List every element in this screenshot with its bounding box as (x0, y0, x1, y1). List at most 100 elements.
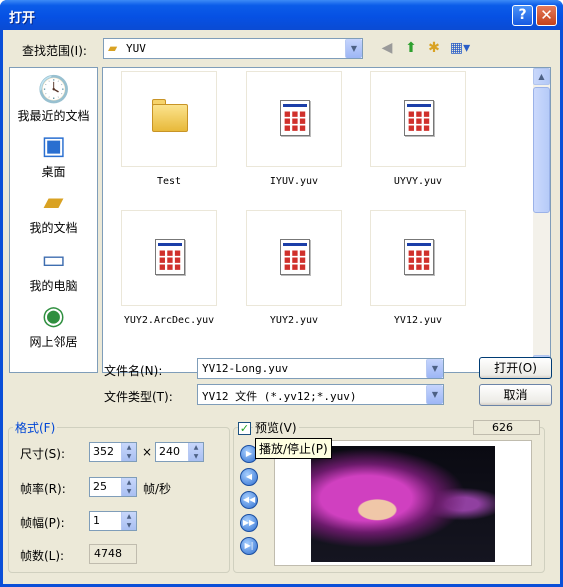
height-stepper[interactable]: 240 ▲ ▼ (155, 442, 204, 462)
preview-checkbox[interactable]: ✓ (238, 422, 251, 435)
dialog-client-area: 查找范围(I): ▰ YUV ▼ ◀ ⬆ ✱ ▦▾ 🕓 我最近的文档 ▣ 桌面 … (3, 30, 560, 584)
fps-unit: 帧/秒 (143, 482, 172, 496)
place-label: 我的电脑 (29, 279, 78, 293)
file-name: YUY2.yuv (269, 315, 319, 326)
frame-count-box: 4748 (89, 544, 137, 564)
file-icon: ■■■ ■■■ ■■■ (280, 100, 310, 136)
format-group-title: 格式(F) (13, 419, 58, 436)
file-icon: ■■■ ■■■ ■■■ (280, 239, 310, 275)
filename-value: YV12-Long.yuv (202, 362, 289, 375)
scroll-up-button[interactable]: ▲ (533, 68, 550, 85)
fps-label: 帧率(R): (20, 482, 66, 496)
file-thumbnail: ■■■ ■■■ ■■■ (246, 71, 342, 167)
place-recent-documents[interactable]: 🕓 我最近的文档 (10, 74, 97, 124)
window-title: 打开 (9, 11, 36, 26)
frame-count-value: 4748 (94, 547, 122, 560)
file-item-yv12[interactable]: ■■■ ■■■ ■■■ YV12.yuv (370, 210, 466, 326)
title-bar[interactable]: 打开 ? ✕ (0, 0, 563, 30)
file-thumbnail: ■■■ ■■■ ■■■ (246, 210, 342, 306)
file-thumbnail: ■■■ ■■■ ■■■ (370, 210, 466, 306)
filetype-dropdown-arrow[interactable]: ▼ (426, 385, 443, 404)
video-preview-image (311, 446, 495, 562)
place-desktop[interactable]: ▣ 桌面 (10, 130, 97, 180)
frame-value: 1 (93, 514, 100, 527)
new-folder-icon[interactable]: ✱ (425, 39, 443, 57)
count-label: 帧数(L): (20, 549, 65, 563)
file-icon: ■■■ ■■■ ■■■ (155, 239, 185, 275)
file-list-scrollbar[interactable]: ▲ ▼ (533, 68, 550, 372)
file-list: Test ■■■ ■■■ ■■■ IYUV.yuv ■■■ ■■■ ■■■ UY… (102, 67, 551, 373)
height-spin-arrows[interactable]: ▲ ▼ (188, 443, 203, 461)
filetype-select[interactable]: YV12 文件 (*.yv12;*.yuv) ▼ (197, 384, 444, 405)
file-item-uyvy[interactable]: ■■■ ■■■ ■■■ UYVY.yuv (370, 71, 466, 187)
file-thumbnail: ■■■ ■■■ ■■■ (370, 71, 466, 167)
fps-spin-arrows[interactable]: ▲ ▼ (121, 478, 136, 496)
height-value: 240 (159, 445, 180, 458)
place-my-computer[interactable]: ▭ 我的电脑 (10, 244, 97, 294)
fps-value: 25 (93, 480, 107, 493)
times-sign: × (142, 445, 153, 459)
fps-stepper[interactable]: 25 ▲ ▼ (89, 477, 137, 497)
filename-label: 文件名(N): (104, 364, 163, 378)
frame-stepper[interactable]: 1 ▲ ▼ (89, 511, 137, 531)
file-name: UYVY.yuv (393, 176, 443, 187)
close-button[interactable]: ✕ (536, 5, 557, 26)
open-button[interactable]: 打开(O) (479, 357, 552, 379)
place-label: 我的文档 (29, 221, 78, 235)
help-icon: ? (518, 7, 527, 23)
place-label: 我最近的文档 (17, 109, 90, 123)
file-thumbnail: ■■■ ■■■ ■■■ (121, 210, 217, 306)
step-end-icon[interactable]: ▶| (240, 537, 258, 555)
look-in-combo[interactable]: ▰ YUV ▼ (103, 38, 363, 59)
playback-controls: ▶ ◀ ◀◀ ▶▶ ▶| (240, 442, 262, 572)
width-spin-arrows[interactable]: ▲ ▼ (121, 443, 136, 461)
my-computer-icon: ▭ (41, 245, 66, 275)
file-thumbnail (121, 71, 217, 167)
file-item-test[interactable]: Test (121, 71, 217, 187)
step-back-icon[interactable]: ◀ (240, 468, 258, 486)
fast-forward-icon[interactable]: ▶▶ (240, 514, 258, 532)
help-button[interactable]: ? (512, 5, 533, 26)
rewind-icon[interactable]: ◀◀ (240, 491, 258, 509)
file-name: YUY2.ArcDec.yuv (123, 315, 215, 326)
file-item-yuy2-arcdec[interactable]: ■■■ ■■■ ■■■ YUY2.ArcDec.yuv (121, 210, 217, 326)
filetype-value: YV12 文件 (*.yv12;*.yuv) (202, 390, 357, 403)
view-menu-icon[interactable]: ▦▾ (448, 39, 472, 57)
filetype-label: 文件类型(T): (104, 390, 173, 404)
close-icon: ✕ (540, 6, 553, 24)
cancel-button[interactable]: 取消 (479, 384, 552, 406)
file-item-yuy2[interactable]: ■■■ ■■■ ■■■ YUY2.yuv (246, 210, 342, 326)
my-documents-icon: ▰ (43, 187, 64, 217)
file-name: YV12.yuv (393, 315, 443, 326)
filename-dropdown-arrow[interactable]: ▼ (426, 359, 443, 378)
frame-number-value: 626 (492, 421, 513, 434)
recent-documents-icon: 🕓 (37, 75, 70, 105)
width-value: 352 (93, 445, 114, 458)
look-in-label: 查找范围(I): (22, 44, 87, 58)
place-label: 桌面 (41, 165, 66, 179)
filename-input[interactable]: YV12-Long.yuv ▼ (197, 358, 444, 379)
desktop-icon: ▣ (41, 131, 66, 161)
preview-label: 预览(V) (253, 419, 299, 436)
file-icon: ■■■ ■■■ ■■■ (404, 100, 434, 136)
frame-number-box: 626 (473, 420, 540, 435)
look-in-dropdown-arrow[interactable]: ▼ (345, 39, 362, 58)
file-name: IYUV.yuv (269, 176, 319, 187)
folder-icon: ▰ (108, 41, 118, 55)
size-label: 尺寸(S): (20, 447, 66, 461)
file-icon: ■■■ ■■■ ■■■ (404, 239, 434, 275)
frame-spin-arrows[interactable]: ▲ ▼ (121, 512, 136, 530)
file-item-iyuv[interactable]: ■■■ ■■■ ■■■ IYUV.yuv (246, 71, 342, 187)
network-places-icon: ◉ (42, 301, 65, 331)
up-folder-icon[interactable]: ⬆ (402, 39, 420, 57)
width-stepper[interactable]: 352 ▲ ▼ (89, 442, 137, 462)
play-stop-tooltip: 播放/停止(P) (255, 438, 332, 459)
place-my-documents[interactable]: ▰ 我的文档 (10, 186, 97, 236)
frame-label: 帧幅(P): (20, 516, 65, 530)
folder-icon (152, 104, 188, 132)
scroll-thumb[interactable] (533, 87, 550, 213)
places-bar: 🕓 我最近的文档 ▣ 桌面 ▰ 我的文档 ▭ 我的电脑 ◉ 网上邻居 (9, 67, 98, 373)
look-in-value: YUV (126, 42, 146, 55)
back-icon[interactable]: ◀ (378, 39, 396, 57)
place-network[interactable]: ◉ 网上邻居 (10, 300, 97, 350)
